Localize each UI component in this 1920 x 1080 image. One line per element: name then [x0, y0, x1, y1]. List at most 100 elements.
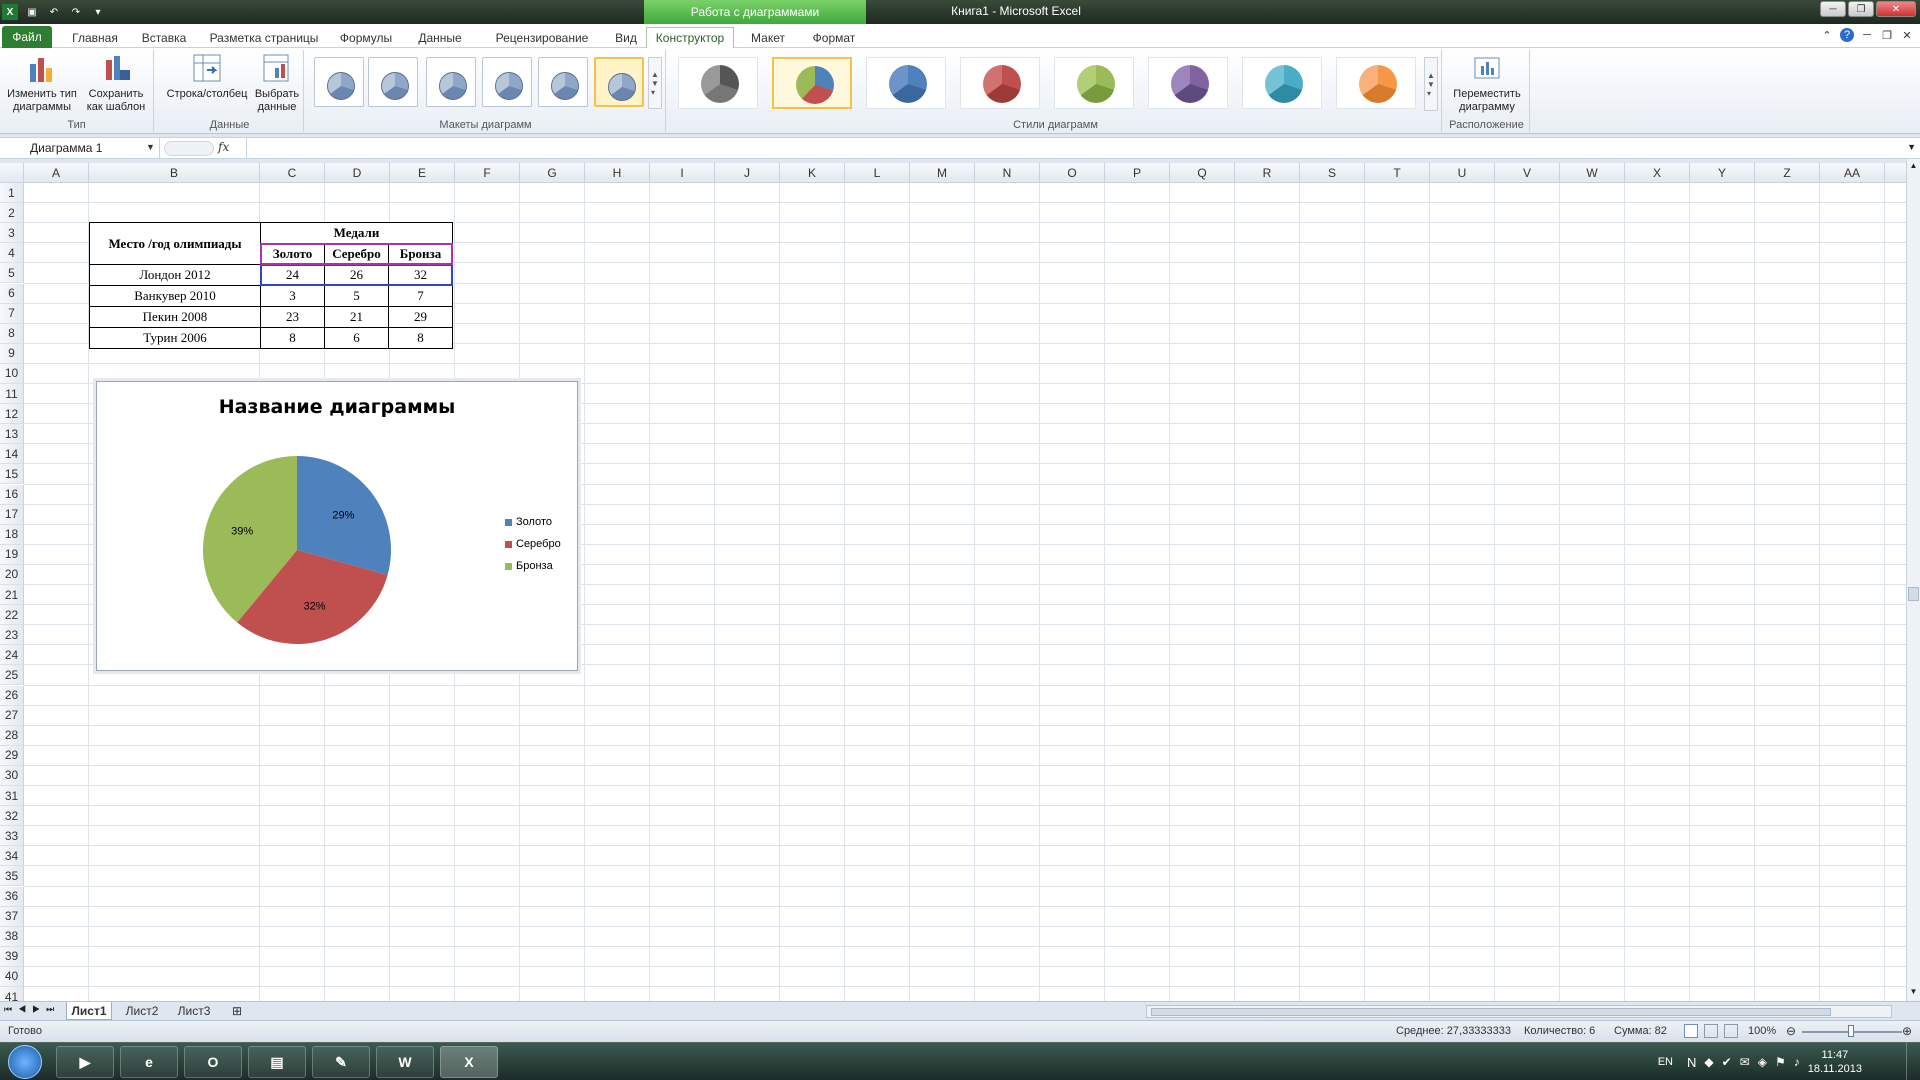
row-header[interactable]: 38 — [0, 926, 24, 947]
row-header[interactable]: 15 — [0, 464, 24, 485]
row-header[interactable]: 4 — [0, 243, 24, 264]
sheet-nav-icon[interactable]: ⏮◀▶⏭ — [4, 1004, 60, 1015]
row-header[interactable]: 24 — [0, 645, 24, 666]
column-header[interactable]: C — [260, 163, 325, 183]
row-header[interactable]: 14 — [0, 444, 24, 465]
minimize-icon[interactable]: ─ — [1820, 1, 1846, 17]
tray-app-icon[interactable]: ◆ — [1704, 1055, 1713, 1069]
header-medals[interactable]: Медали — [260, 222, 453, 244]
clock-date[interactable]: 18.11.2013 — [1808, 1062, 1862, 1076]
column-header[interactable]: E — [390, 163, 455, 183]
row-header[interactable]: 22 — [0, 605, 24, 626]
row-header[interactable]: 30 — [0, 765, 24, 786]
row-header[interactable]: 18 — [0, 524, 24, 545]
chart-layout-5[interactable] — [538, 57, 588, 107]
tab-insert[interactable]: Вставка — [134, 27, 194, 48]
horizontal-scrollbar[interactable] — [1146, 1005, 1892, 1018]
row-header[interactable]: 35 — [0, 866, 24, 887]
pie-data-label[interactable]: 39% — [231, 525, 253, 537]
column-header[interactable]: R — [1235, 163, 1300, 183]
normal-view-icon[interactable] — [1684, 1024, 1698, 1038]
tray-shield-icon[interactable]: ◈ — [1758, 1055, 1767, 1069]
undo-icon[interactable]: ↶ — [46, 4, 62, 20]
sheet-tab-3[interactable]: Лист3 — [170, 1002, 218, 1020]
row-header[interactable]: 19 — [0, 544, 24, 565]
insert-sheet-icon[interactable]: ⊞ — [226, 1002, 248, 1020]
row-header[interactable]: 27 — [0, 705, 24, 726]
row-header[interactable]: 13 — [0, 424, 24, 445]
minimize-ribbon-icon[interactable]: ⌃ — [1820, 28, 1834, 42]
row-header[interactable]: 7 — [0, 303, 24, 324]
chart-style-7[interactable] — [1242, 57, 1322, 109]
column-header[interactable]: AA — [1820, 163, 1885, 183]
select-all-corner[interactable] — [0, 163, 24, 183]
cell-value[interactable]: 5 — [324, 285, 389, 307]
restore-icon[interactable]: ❐ — [1848, 1, 1874, 17]
column-header[interactable]: X — [1625, 163, 1690, 183]
cell-value[interactable]: 6 — [324, 327, 389, 349]
row-header[interactable]: 10 — [0, 363, 24, 384]
page-break-view-icon[interactable] — [1724, 1024, 1738, 1038]
tab-page-layout[interactable]: Разметка страницы — [204, 27, 324, 48]
outlook-icon[interactable]: O — [184, 1046, 242, 1078]
doc-close-icon[interactable]: ✕ — [1900, 28, 1914, 42]
tray-flag-icon[interactable]: ⚑ — [1775, 1055, 1786, 1069]
tab-format[interactable]: Формат — [802, 27, 866, 48]
start-button-icon[interactable] — [8, 1045, 42, 1079]
row-header[interactable]: 40 — [0, 966, 24, 987]
save-icon[interactable]: ▣ — [24, 4, 40, 20]
chart-title[interactable]: Название диаграммы — [97, 396, 577, 418]
save-as-template-button[interactable]: Сохранить как шаблон — [80, 52, 152, 114]
column-header[interactable]: G — [520, 163, 585, 183]
row-header[interactable]: 2 — [0, 203, 24, 224]
media-player-icon[interactable]: ▶ — [56, 1046, 114, 1078]
cell-value[interactable]: 23 — [260, 306, 325, 328]
column-header[interactable]: S — [1300, 163, 1365, 183]
zoom-slider-thumb[interactable] — [1848, 1025, 1854, 1037]
column-header[interactable]: V — [1495, 163, 1560, 183]
excel-logo-icon[interactable]: X — [2, 4, 18, 20]
expand-formula-bar-icon[interactable]: ▼ — [1907, 142, 1916, 152]
cell-value[interactable]: 29 — [388, 306, 453, 328]
excel-taskbar-icon[interactable]: X — [440, 1046, 498, 1078]
zoom-level[interactable]: 100% — [1748, 1025, 1776, 1037]
tab-file[interactable]: Файл — [2, 26, 52, 48]
pie-chart[interactable]: Название диаграммы 29% 32% 39% Золото Сере… — [96, 381, 578, 671]
tab-review[interactable]: Рецензирование — [480, 27, 604, 48]
column-header[interactable]: A — [24, 163, 89, 183]
row-header[interactable]: 41 — [0, 987, 24, 1001]
chart-layout-2[interactable] — [368, 57, 418, 107]
row-header[interactable]: 21 — [0, 585, 24, 606]
row-header[interactable]: 26 — [0, 685, 24, 706]
internet-explorer-icon[interactable]: e — [120, 1046, 178, 1078]
row-header[interactable]: 31 — [0, 786, 24, 807]
sheet-tab-2[interactable]: Лист2 — [118, 1002, 166, 1020]
column-header[interactable]: L — [845, 163, 910, 183]
chart-style-3[interactable] — [866, 57, 946, 109]
chart-style-8[interactable] — [1336, 57, 1416, 109]
tab-data[interactable]: Данные — [410, 27, 470, 48]
language-indicator[interactable]: EN — [1658, 1056, 1673, 1068]
word-icon[interactable]: W — [376, 1046, 434, 1078]
row-header[interactable]: 39 — [0, 946, 24, 967]
cell-value[interactable]: 21 — [324, 306, 389, 328]
row-header[interactable]: 16 — [0, 484, 24, 505]
tab-formulas[interactable]: Формулы — [334, 27, 398, 48]
cell-place[interactable]: Лондон 2012 — [89, 264, 261, 286]
row-header[interactable]: 37 — [0, 906, 24, 927]
row-header[interactable]: 23 — [0, 625, 24, 646]
tab-design[interactable]: Конструктор — [646, 27, 734, 48]
redo-icon[interactable]: ↷ — [68, 4, 84, 20]
tray-check-icon[interactable]: ✔ — [1722, 1055, 1732, 1069]
column-header[interactable]: B — [89, 163, 260, 183]
row-header[interactable]: 29 — [0, 745, 24, 766]
chart-layout-1[interactable] — [314, 57, 364, 107]
chart-style-5[interactable] — [1054, 57, 1134, 109]
doc-minimize-icon[interactable]: ─ — [1860, 28, 1874, 42]
header-place[interactable]: Место /год олимпиады — [89, 222, 261, 265]
row-header[interactable]: 20 — [0, 564, 24, 585]
clock-time[interactable]: 11:47 — [1808, 1048, 1862, 1062]
tab-home[interactable]: Главная — [62, 27, 128, 48]
page-layout-view-icon[interactable] — [1704, 1024, 1718, 1038]
name-box-dropdown-icon[interactable]: ▼ — [146, 142, 155, 152]
